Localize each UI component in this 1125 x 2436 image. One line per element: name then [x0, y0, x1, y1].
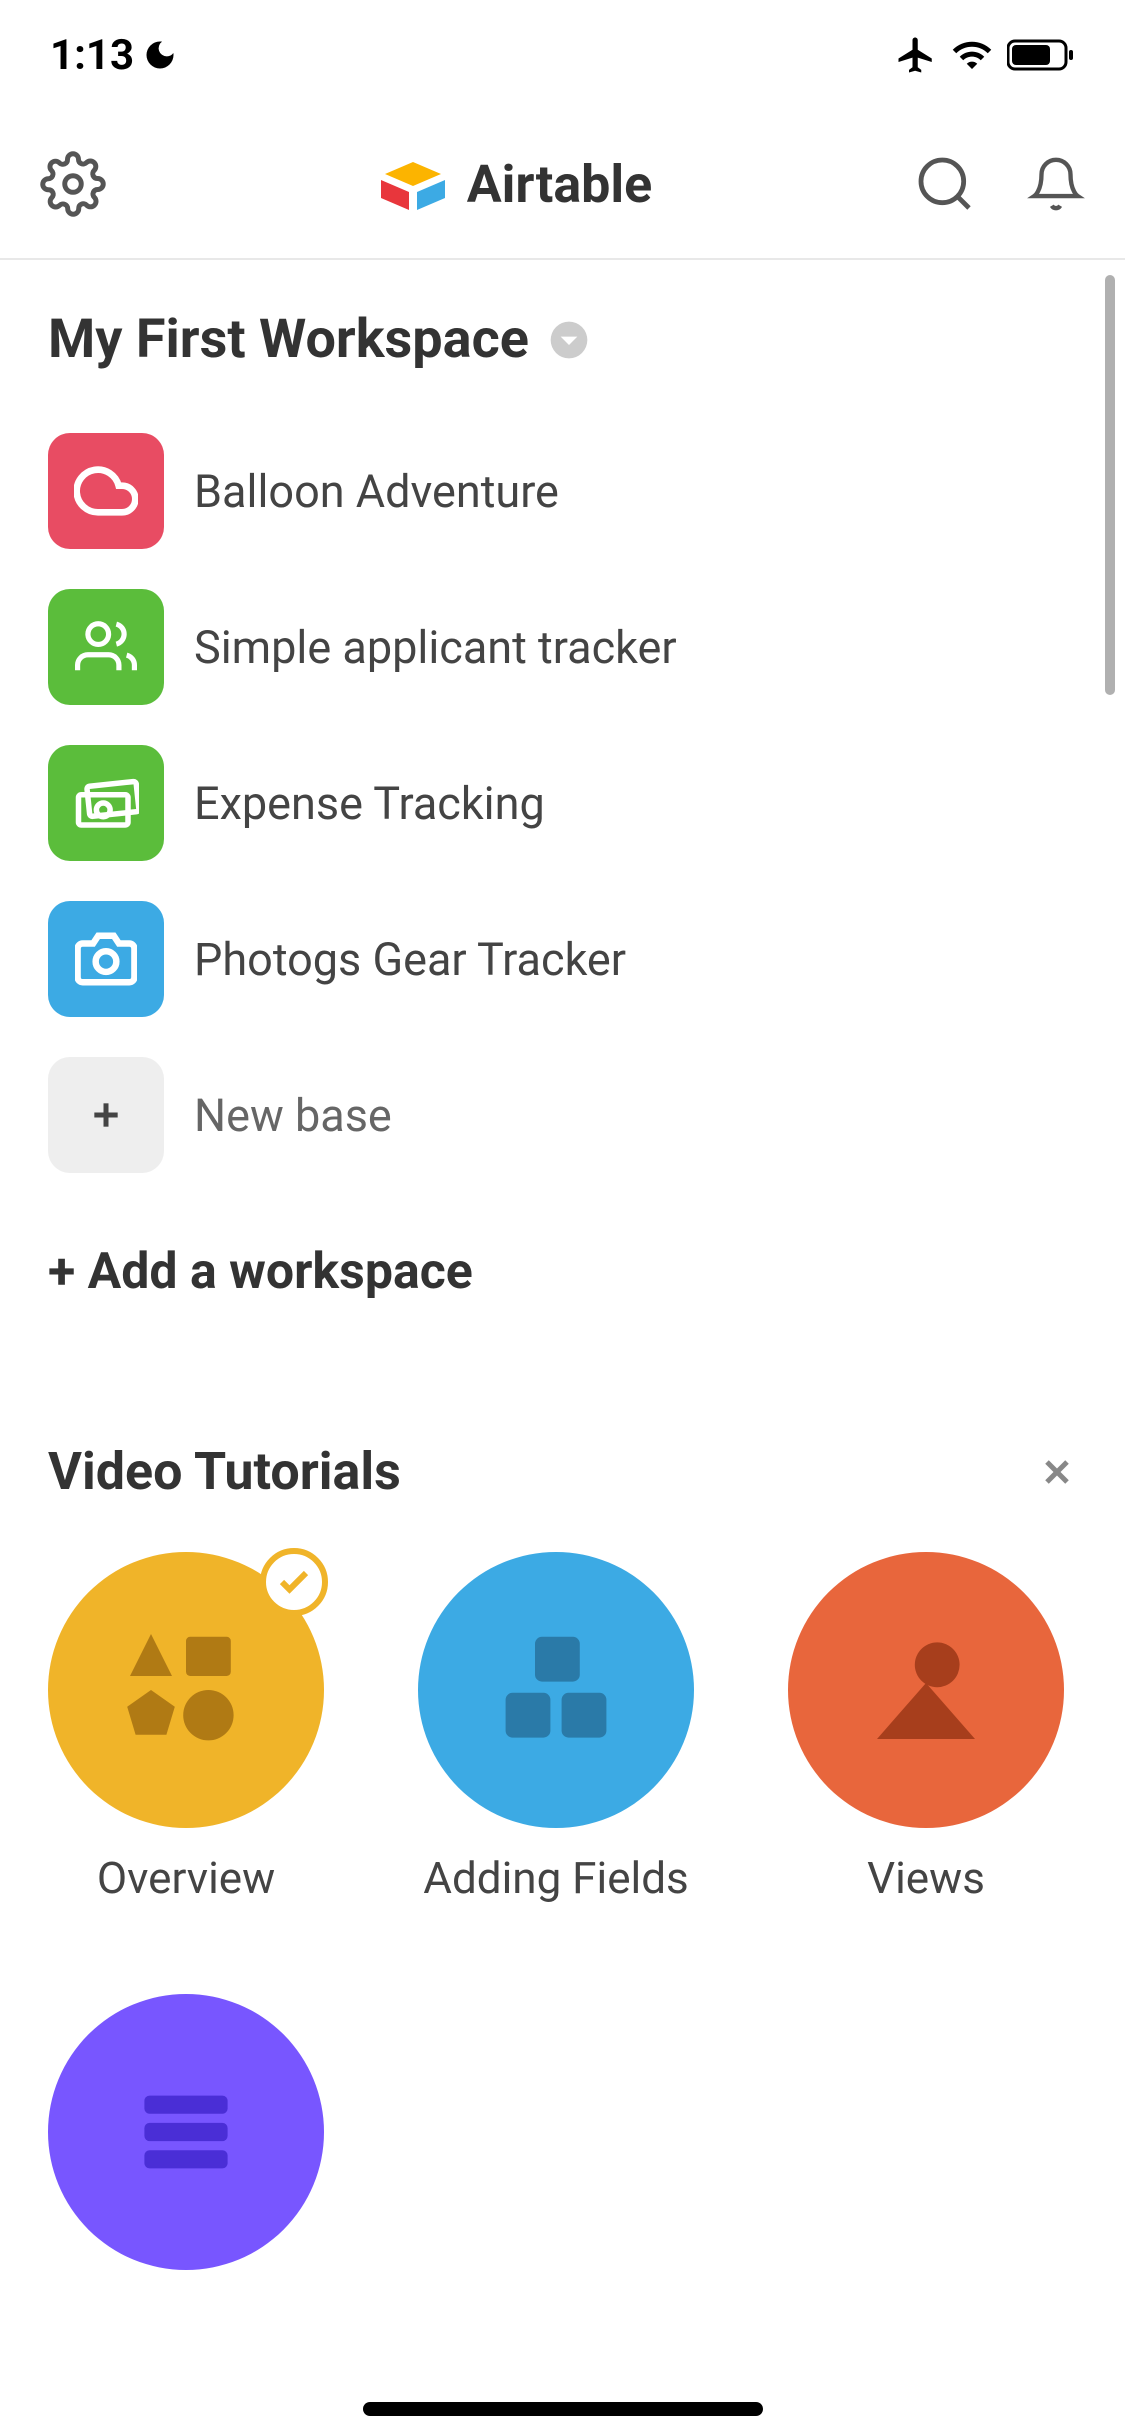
- search-icon[interactable]: [913, 152, 977, 216]
- tutorial-views[interactable]: Views: [788, 1552, 1064, 1904]
- base-item-photogs-gear-tracker[interactable]: Photogs Gear Tracker: [48, 901, 1077, 1017]
- status-bar: 1:13: [0, 0, 1125, 110]
- tutorial-label: Adding Fields: [423, 1852, 689, 1904]
- chevron-down-icon: [549, 320, 589, 360]
- list-icon: [121, 2067, 251, 2197]
- tutorial-label: Views: [867, 1852, 985, 1904]
- tutorial-circle: [788, 1552, 1064, 1828]
- airplane-icon: [895, 34, 937, 76]
- tutorial-circle: [48, 1552, 324, 1828]
- base-label: Expense Tracking: [194, 777, 545, 830]
- base-label: Photogs Gear Tracker: [194, 933, 626, 986]
- status-icons: [895, 34, 1075, 76]
- workspace-title: My First Workspace: [48, 308, 529, 371]
- airtable-logo-icon: [373, 154, 453, 214]
- app-title: Airtable: [467, 154, 653, 215]
- tutorial-extra[interactable]: [48, 1994, 1077, 2270]
- people-icon: [75, 616, 137, 678]
- base-label: Balloon Adventure: [194, 465, 559, 518]
- completed-badge: [260, 1548, 328, 1616]
- base-icon: [48, 1057, 164, 1173]
- base-item-simple-applicant-tracker[interactable]: Simple applicant tracker: [48, 589, 1077, 705]
- base-item-expense-tracking[interactable]: Expense Tracking: [48, 745, 1077, 861]
- base-icon: [48, 433, 164, 549]
- workspace-header[interactable]: My First Workspace: [48, 308, 1077, 371]
- tutorial-circle: [418, 1552, 694, 1828]
- new-base-button[interactable]: New base: [48, 1057, 1077, 1173]
- tutorial-adding-fields[interactable]: Adding Fields: [418, 1552, 694, 1904]
- home-indicator[interactable]: [363, 2402, 763, 2416]
- app-header: Airtable: [0, 110, 1125, 260]
- tutorials-header: Video Tutorials: [48, 1441, 1077, 1502]
- header-logo[interactable]: Airtable: [140, 154, 885, 215]
- camera-icon: [75, 928, 137, 990]
- cloud-icon: [74, 459, 138, 523]
- tutorials-title: Video Tutorials: [48, 1441, 401, 1502]
- header-left: [40, 151, 140, 217]
- gear-icon[interactable]: [40, 151, 106, 217]
- battery-icon: [1007, 38, 1075, 72]
- new-base-label: New base: [194, 1089, 392, 1142]
- tutorial-circle: [48, 1994, 324, 2270]
- moon-icon: [142, 37, 178, 73]
- blocks-icon: [486, 1620, 626, 1760]
- base-icon: [48, 745, 164, 861]
- image-icon: [856, 1620, 996, 1760]
- base-label: Simple applicant tracker: [194, 621, 677, 674]
- close-icon[interactable]: [1037, 1452, 1077, 1492]
- base-icon: [48, 901, 164, 1017]
- add-workspace-button[interactable]: + Add a workspace: [48, 1243, 1077, 1301]
- check-icon: [276, 1564, 312, 1600]
- bell-icon[interactable]: [1027, 155, 1085, 213]
- scrollbar[interactable]: [1105, 275, 1115, 695]
- wifi-icon: [951, 34, 993, 76]
- add-workspace-label: + Add a workspace: [48, 1243, 473, 1301]
- base-item-balloon-adventure[interactable]: Balloon Adventure: [48, 433, 1077, 549]
- shapes-icon: [116, 1620, 256, 1760]
- base-icon: [48, 589, 164, 705]
- header-right: [885, 152, 1085, 216]
- time-label: 1:13: [50, 31, 134, 80]
- tutorial-overview[interactable]: Overview: [48, 1552, 324, 1904]
- plus-icon: [86, 1095, 126, 1135]
- tutorial-label: Overview: [97, 1852, 275, 1904]
- status-time: 1:13: [50, 31, 178, 80]
- money-icon: [73, 770, 139, 836]
